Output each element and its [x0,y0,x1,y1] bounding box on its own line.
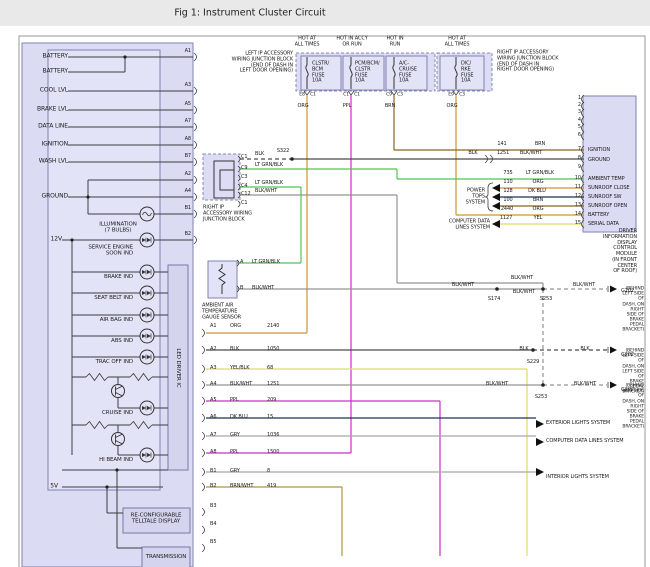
fuse-dic-rke-box [440,56,484,90]
seat-belt-led-icon [140,286,154,300]
fuse-ac-cruise-box [386,56,427,90]
wiring-diagram-page: Fig 1: Instrument Cluster Circuit [0,0,650,567]
air-bag-led-icon [140,308,154,322]
ip-junction-blocks [296,53,492,95]
right-ip-junction-block [203,154,240,200]
fuse-pcm-bcm-clstr-box [343,56,384,90]
led-driver-ic-box [168,265,188,470]
driver-info-display-module-box [583,96,636,232]
reconfigurable-telltale-box [123,508,190,533]
cruise-led-icon [140,401,154,415]
illumination-bulb-icon [140,207,154,221]
wiring-diagram-canvas [0,0,650,567]
ambient-air-temp-sensor [208,261,237,298]
hi-beam-led-icon [140,448,154,462]
ses-led-icon [140,233,154,247]
brake-led-icon [140,265,154,279]
trac-off-led-icon [140,350,154,364]
transmission-box [142,547,190,567]
abs-led-icon [140,329,154,343]
